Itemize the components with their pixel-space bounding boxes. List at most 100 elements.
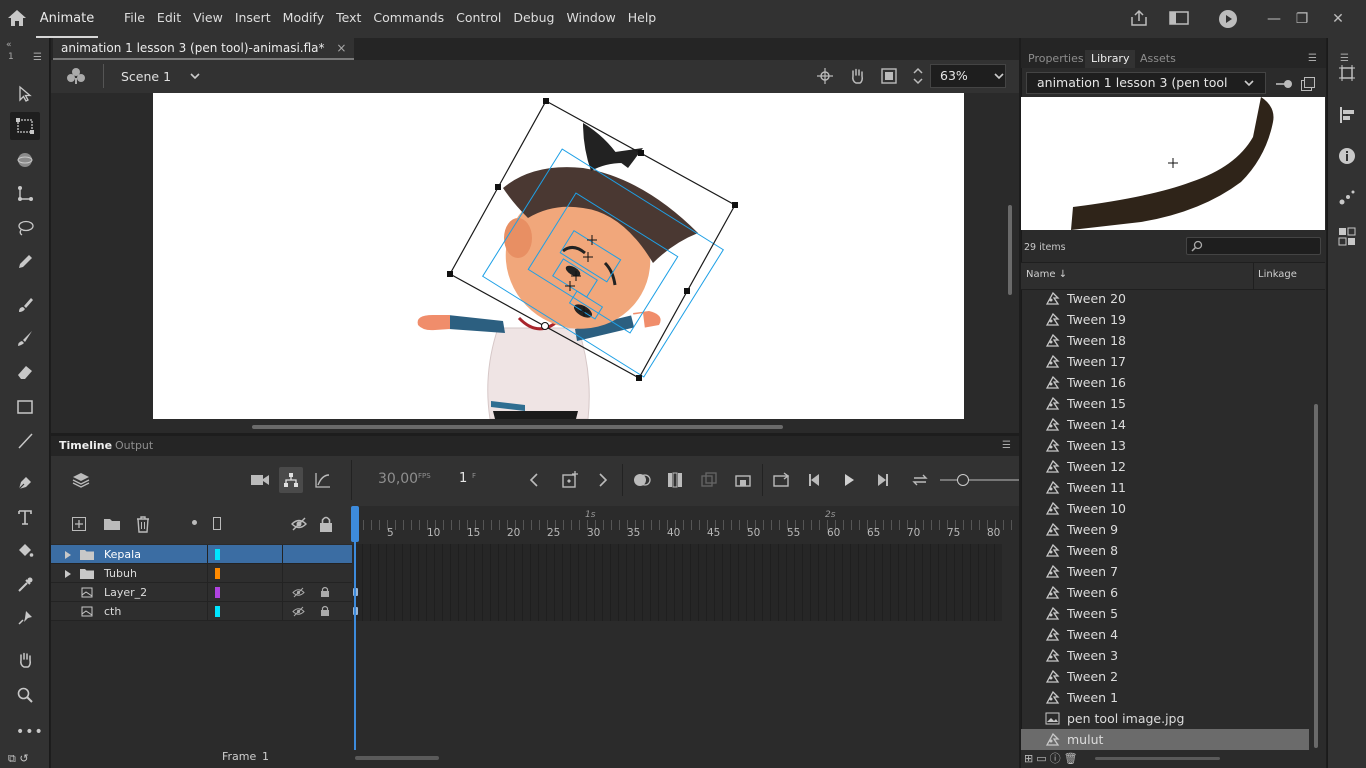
minimize-icon[interactable]: — — [1262, 8, 1286, 30]
show-outline-icon[interactable] — [213, 517, 221, 530]
fps-value[interactable]: 30,00 — [378, 471, 418, 487]
lasso-tool-icon[interactable] — [10, 214, 40, 242]
library-actions[interactable]: ⊞▭ⓘ🗑 — [1024, 750, 1081, 766]
tab-assets[interactable]: Assets — [1134, 50, 1182, 68]
library-item[interactable]: Tween 11 — [1021, 477, 1309, 498]
stage-horizontal-scrollbar[interactable] — [252, 425, 783, 429]
highlight-layers-icon[interactable] — [192, 520, 197, 525]
frame-grid[interactable] — [355, 544, 1002, 621]
free-transform-tool-icon[interactable] — [10, 112, 40, 140]
insert-keyframe-icon[interactable] — [560, 470, 580, 490]
sort-descending-icon[interactable]: ↓ — [1059, 269, 1067, 280]
library-item[interactable]: Tween 18 — [1021, 330, 1309, 351]
menu-commands[interactable]: Commands — [367, 0, 450, 36]
scene-dropdown-chevron-icon[interactable] — [188, 70, 202, 82]
collapse-tools-icon[interactable]: « — [6, 40, 12, 50]
pin-library-icon[interactable] — [1274, 76, 1294, 92]
frame-ruler[interactable]: 1s 2s 5 10 15 20 25 30 35 40 45 50 55 60 65 70 75 80 — [355, 506, 1019, 544]
layer-color-swatch[interactable] — [215, 606, 220, 617]
timeline-horizontal-scrollbar[interactable] — [355, 756, 439, 760]
menu-control[interactable]: Control — [450, 0, 507, 36]
menu-window[interactable]: Window — [560, 0, 621, 36]
bone-tool-icon[interactable] — [10, 180, 40, 208]
tab-properties[interactable]: Properties — [1022, 50, 1090, 68]
menu-debug[interactable]: Debug — [507, 0, 560, 36]
zoom-dropdown-chevron-icon[interactable] — [992, 70, 1006, 82]
hidden-eye-icon[interactable] — [292, 587, 305, 598]
eraser-tool-icon[interactable] — [10, 358, 40, 386]
expand-triangle-icon[interactable] — [64, 550, 72, 560]
next-keyframe-icon[interactable] — [596, 472, 610, 488]
library-item[interactable]: Tween 13 — [1021, 435, 1309, 456]
selection-tool-icon[interactable] — [10, 80, 40, 108]
scene-symbol-icon[interactable] — [66, 67, 86, 85]
menu-view[interactable]: View — [187, 0, 229, 36]
library-item[interactable]: Tween 6 — [1021, 582, 1309, 603]
delete-layer-icon[interactable] — [135, 515, 151, 533]
share-icon[interactable] — [1128, 8, 1150, 28]
new-layer-icon[interactable] — [71, 516, 87, 532]
paint-brush-tool-icon[interactable] — [10, 291, 40, 319]
center-stage-icon[interactable] — [911, 66, 925, 86]
tab-library[interactable]: Library — [1085, 50, 1136, 68]
new-folder-icon[interactable] — [103, 516, 121, 532]
edit-multiple-frames-icon[interactable] — [666, 471, 684, 489]
library-vertical-scrollbar[interactable] — [1314, 404, 1318, 748]
library-item[interactable]: Tween 17 — [1021, 351, 1309, 372]
playhead[interactable] — [354, 506, 356, 750]
info-panel-icon[interactable] — [1336, 145, 1358, 167]
camera-icon[interactable] — [250, 472, 270, 488]
library-item[interactable]: Tween 14 — [1021, 414, 1309, 435]
step-back-icon[interactable] — [806, 471, 824, 489]
menu-text[interactable]: Text — [330, 0, 367, 36]
layer-row[interactable]: Tubuh — [51, 564, 352, 583]
character-artwork[interactable] — [153, 93, 964, 419]
pin-tool-icon[interactable] — [10, 604, 40, 632]
timeline-menu-icon[interactable]: ☰ — [1002, 440, 1011, 451]
layer-row[interactable]: Kepala — [51, 545, 352, 564]
tools-menu-icon[interactable]: ☰ — [33, 52, 42, 63]
library-item[interactable]: Tween 5 — [1021, 603, 1309, 624]
rewind-loop-icon[interactable] — [910, 471, 930, 489]
lock-icon[interactable] — [320, 586, 330, 598]
library-item[interactable]: Tween 7 — [1021, 561, 1309, 582]
hide-all-icon[interactable] — [290, 516, 308, 532]
library-item[interactable]: Tween 15 — [1021, 393, 1309, 414]
previous-keyframe-icon[interactable] — [527, 472, 541, 488]
library-horizontal-scrollbar[interactable] — [1095, 757, 1220, 760]
zoom-tool-icon[interactable] — [10, 681, 40, 709]
hidden-eye-icon[interactable] — [292, 606, 305, 617]
stroke-fill-swap-icon[interactable]: ⧉ ↺ — [8, 752, 29, 766]
library-item[interactable]: Tween 8 — [1021, 540, 1309, 561]
align-panel-icon[interactable] — [1336, 104, 1358, 126]
restore-icon[interactable]: ❐ — [1290, 8, 1314, 30]
lock-all-icon[interactable] — [318, 515, 334, 533]
step-forward-icon[interactable] — [873, 471, 891, 489]
expand-triangle-icon[interactable] — [64, 569, 72, 579]
close-window-icon[interactable]: ✕ — [1326, 8, 1350, 30]
menu-modify[interactable]: Modify — [277, 0, 330, 36]
library-item[interactable]: Tween 16 — [1021, 372, 1309, 393]
library-item[interactable]: Tween 4 — [1021, 624, 1309, 645]
pencil-tool-icon[interactable] — [10, 248, 40, 276]
frame-zoom-slider-track[interactable] — [940, 479, 1019, 481]
text-tool-icon[interactable] — [10, 503, 40, 531]
onion-skin-icon[interactable] — [632, 471, 652, 489]
graph-editor-icon[interactable] — [314, 471, 332, 489]
layer-row[interactable]: cth — [51, 602, 352, 621]
close-tab-icon[interactable]: × — [336, 41, 346, 55]
hand-tool-icon[interactable] — [10, 646, 40, 674]
layer-row[interactable]: Layer_2 — [51, 583, 352, 602]
motion-presets-icon[interactable] — [1336, 186, 1358, 208]
new-library-panel-icon[interactable] — [1300, 76, 1316, 92]
snap-to-objects-icon[interactable] — [816, 67, 834, 85]
loop-icon[interactable] — [772, 471, 790, 489]
column-name[interactable]: Name ↓ — [1026, 269, 1067, 280]
3d-rotation-tool-icon[interactable] — [10, 146, 40, 174]
scene-name[interactable]: Scene 1 — [121, 60, 171, 93]
eyedropper-tool-icon[interactable] — [10, 571, 40, 599]
rotate-stage-icon[interactable] — [848, 67, 866, 85]
components-panel-icon[interactable] — [1336, 226, 1358, 248]
menu-edit[interactable]: Edit — [151, 0, 187, 36]
library-item[interactable]: Tween 19 — [1021, 309, 1309, 330]
